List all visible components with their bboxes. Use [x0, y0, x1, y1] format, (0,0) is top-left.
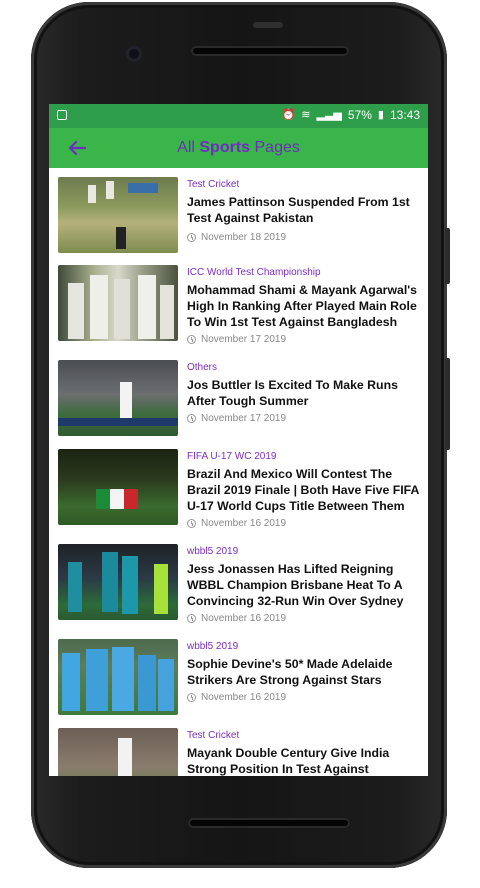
article-thumbnail [58, 639, 178, 715]
article-category[interactable]: FIFA U-17 WC 2019 [187, 451, 276, 462]
clock-time: 13:43 [389, 108, 420, 122]
clock-icon [187, 614, 196, 623]
list-item[interactable]: ICC World Test Championship Mohammad Sha… [49, 265, 428, 349]
list-item[interactable]: wbbl5 2019 Sophie Devine's 50* Made Adel… [49, 639, 428, 723]
clock-icon [187, 519, 196, 528]
list-item[interactable]: Test Cricket James Pattinson Suspended F… [49, 177, 428, 261]
title-suffix: Pages [250, 139, 300, 156]
image-notification-icon [57, 110, 67, 120]
volume-button [445, 228, 450, 284]
article-headline[interactable]: Mohammad Shami & Mayank Agarwal's High I… [187, 282, 422, 330]
front-camera [126, 46, 142, 62]
article-date-text: November 16 2019 [201, 613, 287, 624]
clock-icon [187, 414, 196, 423]
power-button [445, 358, 450, 450]
battery-icon: ▮ [377, 109, 384, 121]
clock-icon [187, 335, 196, 344]
earpiece [253, 22, 283, 28]
article-date: November 16 2019 [187, 692, 286, 703]
list-item[interactable]: Test Cricket Mayank Double Century Give … [49, 728, 428, 776]
alarm-icon: ⏰ [281, 109, 296, 121]
list-item[interactable]: Others Jos Buttler Is Excited To Make Ru… [49, 360, 428, 444]
article-date: November 16 2019 [187, 518, 286, 529]
page-title: All Sports Pages [49, 139, 428, 157]
article-date-text: November 18 2019 [201, 232, 287, 243]
battery-percent: 57% [347, 108, 372, 122]
app-bar: All Sports Pages [49, 128, 428, 168]
article-headline[interactable]: Jess Jonassen Has Lifted Reigning WBBL C… [187, 561, 422, 609]
article-date-text: November 17 2019 [201, 413, 287, 424]
article-headline[interactable]: Sophie Devine's 50* Made Adelaide Strike… [187, 656, 422, 688]
top-speaker [191, 46, 349, 56]
article-category[interactable]: Test Cricket [187, 179, 239, 190]
bottom-speaker [188, 818, 350, 828]
article-list: Test Cricket James Pattinson Suspended F… [49, 168, 428, 776]
list-item[interactable]: wbbl5 2019 Jess Jonassen Has Lifted Reig… [49, 544, 428, 628]
wifi-icon: ≋ [301, 109, 311, 121]
status-bar: ⏰ ≋ ▂▃▅ 57% ▮ 13:43 [49, 104, 428, 128]
article-headline[interactable]: James Pattinson Suspended From 1st Test … [187, 194, 422, 226]
article-date-text: November 16 2019 [201, 518, 287, 529]
clock-icon [187, 233, 196, 242]
app-screen: ⏰ ≋ ▂▃▅ 57% ▮ 13:43 All Sports Pages Tes… [49, 104, 428, 776]
article-date-text: November 17 2019 [201, 334, 287, 345]
article-thumbnail [58, 177, 178, 253]
article-date: November 17 2019 [187, 413, 286, 424]
article-category[interactable]: wbbl5 2019 [187, 641, 238, 652]
article-date: November 17 2019 [187, 334, 286, 345]
article-headline[interactable]: Brazil And Mexico Will Contest The Brazi… [187, 466, 422, 514]
article-thumbnail [58, 728, 178, 776]
article-date-text: November 16 2019 [201, 692, 287, 703]
article-headline[interactable]: Jos Buttler Is Excited To Make Runs Afte… [187, 377, 422, 409]
title-bold: Sports [199, 139, 251, 156]
article-date: November 18 2019 [187, 232, 286, 243]
article-thumbnail [58, 544, 178, 620]
list-item[interactable]: FIFA U-17 WC 2019 Brazil And Mexico Will… [49, 449, 428, 533]
clock-icon [187, 693, 196, 702]
article-date: November 16 2019 [187, 613, 286, 624]
article-category[interactable]: Others [187, 362, 217, 373]
title-prefix: All [177, 139, 200, 156]
article-thumbnail [58, 265, 178, 341]
article-category[interactable]: wbbl5 2019 [187, 546, 238, 557]
article-thumbnail [58, 449, 178, 525]
signal-icon: ▂▃▅ [316, 109, 342, 121]
article-category[interactable]: Test Cricket [187, 730, 239, 741]
article-thumbnail [58, 360, 178, 436]
article-category[interactable]: ICC World Test Championship [187, 267, 321, 278]
article-headline[interactable]: Mayank Double Century Give India Strong … [187, 745, 422, 776]
